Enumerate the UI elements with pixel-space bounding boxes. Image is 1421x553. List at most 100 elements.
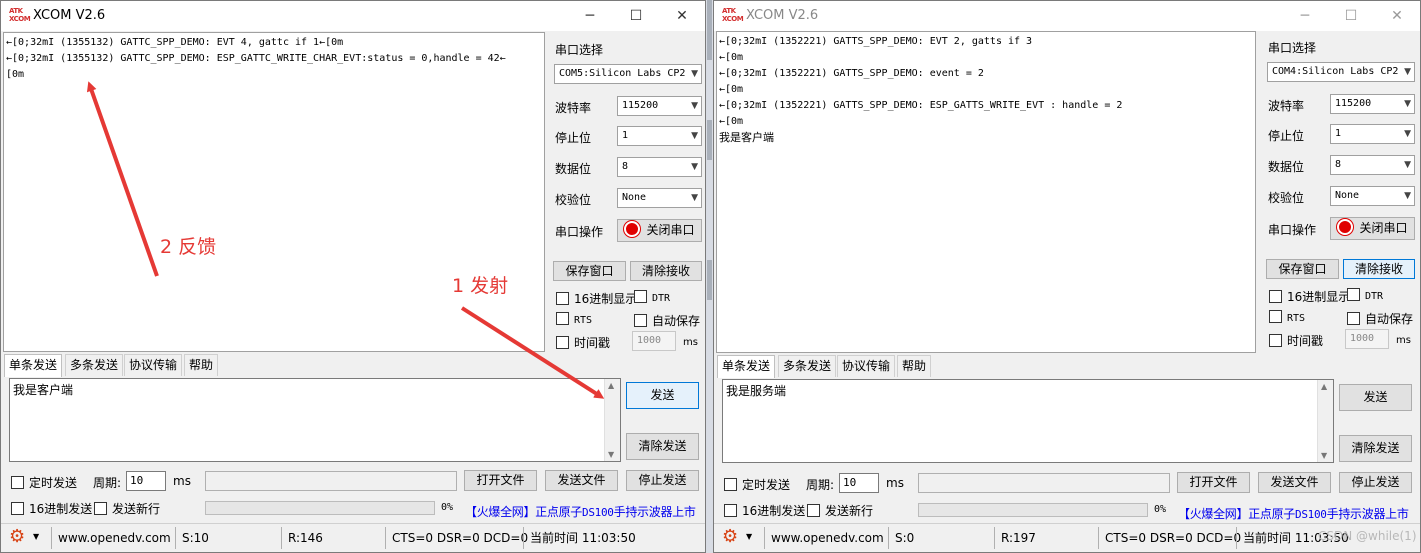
rts-checkbox[interactable]: RTS — [556, 312, 592, 326]
record-icon — [624, 221, 641, 237]
receive-terminal[interactable]: ←[0;32mI (1352221) GATTS_SPP_DEMO: EVT 2… — [716, 31, 1256, 353]
tab-help[interactable]: 帮助 — [184, 354, 219, 376]
port-select[interactable]: COM5:Silicon Labs CP2 ▼ — [554, 64, 702, 84]
send-textarea[interactable]: 我是客户端 ▲ ▼ — [9, 378, 621, 462]
stop-bits-select[interactable]: 1 ▼ — [617, 126, 702, 146]
close-button[interactable]: ✕ — [1374, 1, 1420, 31]
status-url[interactable]: www.openedv.com — [764, 527, 884, 549]
background-strip — [706, 0, 713, 553]
data-bits-select[interactable]: 8 ▼ — [617, 157, 702, 177]
scroll-up-icon: ▲ — [1321, 382, 1328, 391]
feedback-annotation: 2 反馈 — [160, 236, 217, 258]
status-url[interactable]: www.openedv.com — [51, 527, 171, 549]
hex-send-checkbox[interactable]: 16进制发送 — [11, 500, 92, 517]
port-label: 串口选择 — [1268, 41, 1317, 55]
period-input[interactable]: 10 — [839, 473, 879, 493]
terminal-line: ←[0;32mI (1352221) GATTS_SPP_DEMO: event… — [719, 68, 984, 79]
title-bar: ATK XCOM XCOM V2.6 ─ ☐ ✕ — [714, 1, 1420, 31]
chevron-down-icon: ▼ — [691, 101, 698, 111]
send-textarea[interactable]: 我是服务端 ▲ ▼ — [722, 379, 1334, 463]
parity-label: 校验位 — [1268, 191, 1305, 205]
tab-single-send[interactable]: 单条发送 — [717, 355, 776, 378]
baud-select[interactable]: 115200 ▼ — [617, 96, 702, 116]
maximize-button[interactable]: ☐ — [1328, 1, 1374, 31]
tab-help[interactable]: 帮助 — [897, 355, 932, 377]
period-input[interactable]: 10 — [126, 471, 166, 491]
close-port-button[interactable]: 关闭串口 — [617, 219, 702, 242]
chevron-down-icon: ▼ — [691, 69, 698, 79]
rts-checkbox[interactable]: RTS — [1269, 310, 1305, 324]
gear-icon[interactable]: ⚙ ▼ — [722, 526, 752, 549]
timestamp-checkbox[interactable]: 时间戳 — [1269, 332, 1323, 349]
port-op-label: 串口操作 — [1268, 223, 1317, 237]
terminal-line: ←[0;32mI (1352221) GATTS_SPP_DEMO: ESP_G… — [719, 100, 1123, 111]
status-time: 当前时间 11:03:50 — [523, 527, 673, 549]
period-ms-label: ms — [886, 476, 904, 490]
tab-multi-send[interactable]: 多条发送 — [778, 355, 837, 377]
parity-select[interactable]: None ▼ — [617, 188, 702, 208]
send-newline-checkbox[interactable]: 发送新行 — [807, 502, 873, 519]
port-label: 串口选择 — [555, 43, 604, 57]
tab-protocol[interactable]: 协议传输 — [837, 355, 896, 377]
hex-display-checkbox[interactable]: 16进制显示 — [1269, 288, 1350, 305]
close-button[interactable]: ✕ — [659, 1, 705, 31]
minimize-button[interactable]: ─ — [1282, 1, 1328, 31]
hex-display-checkbox[interactable]: 16进制显示 — [556, 290, 637, 307]
tab-single-send[interactable]: 单条发送 — [4, 354, 63, 377]
close-port-button[interactable]: 关闭串口 — [1330, 217, 1415, 240]
chevron-down-icon: ▼ — [691, 193, 698, 203]
chevron-down-icon: ▼ — [1404, 191, 1411, 201]
terminal-line: ←[0;32mI (1355132) GATTC_SPP_DEMO: EVT 4… — [6, 37, 344, 48]
clear-send-button[interactable]: 清除发送 — [626, 433, 699, 460]
port-select[interactable]: COM4:Silicon Labs CP2 ▼ — [1267, 62, 1415, 82]
send-button[interactable]: 发送 — [626, 382, 699, 409]
send-file-button[interactable]: 发送文件 — [1258, 472, 1331, 493]
stop-send-button[interactable]: 停止发送 — [626, 470, 699, 491]
data-bits-select[interactable]: 8 ▼ — [1330, 155, 1415, 175]
timestamp-interval-input[interactable]: 1000 — [1345, 329, 1389, 349]
ad-link[interactable]: 【火爆全网】正点原子DS100手持示波器上市 — [465, 503, 696, 520]
clear-receive-button[interactable]: 清除接收 — [1343, 259, 1415, 279]
auto-save-checkbox[interactable]: 自动保存 — [634, 312, 700, 329]
dtr-checkbox[interactable]: DTR — [1347, 288, 1383, 302]
chevron-down-icon: ▼ — [691, 131, 698, 141]
clear-receive-button[interactable]: 清除接收 — [630, 261, 702, 281]
open-file-button[interactable]: 打开文件 — [464, 470, 537, 491]
scrollbar[interactable]: ▲ ▼ — [604, 379, 620, 461]
timestamp-checkbox[interactable]: 时间戳 — [556, 334, 610, 351]
timestamp-interval-input[interactable]: 1000 — [632, 331, 676, 351]
scrollbar[interactable]: ▲ ▼ — [1317, 380, 1333, 462]
ms-label: ms — [1396, 335, 1411, 346]
send-newline-checkbox[interactable]: 发送新行 — [94, 500, 160, 517]
parity-select[interactable]: None ▼ — [1330, 186, 1415, 206]
data-bits-label: 数据位 — [555, 162, 592, 176]
tab-multi-send[interactable]: 多条发送 — [65, 354, 124, 376]
hex-send-checkbox[interactable]: 16进制发送 — [724, 502, 805, 519]
ad-link[interactable]: 【火爆全网】正点原子DS100手持示波器上市 — [1178, 505, 1409, 522]
save-window-button[interactable]: 保存窗口 — [1266, 259, 1339, 279]
auto-save-checkbox[interactable]: 自动保存 — [1347, 310, 1413, 327]
timed-send-checkbox[interactable]: 定时发送 — [11, 474, 77, 491]
window-title: XCOM V2.6 — [33, 8, 106, 23]
send-button[interactable]: 发送 — [1339, 384, 1412, 411]
period-label: 周期: — [93, 476, 122, 490]
baud-select[interactable]: 115200 ▼ — [1330, 94, 1415, 114]
gear-icon[interactable]: ⚙ ▼ — [9, 526, 39, 549]
stop-send-button[interactable]: 停止发送 — [1339, 472, 1412, 493]
progress-percent: 0% — [1154, 504, 1167, 515]
send-file-button[interactable]: 发送文件 — [545, 470, 618, 491]
file-path-field[interactable] — [918, 473, 1170, 493]
dtr-checkbox[interactable]: DTR — [634, 290, 670, 304]
terminal-line: ←[0m — [719, 116, 744, 127]
maximize-button[interactable]: ☐ — [613, 1, 659, 31]
file-path-field[interactable] — [205, 471, 457, 491]
save-window-button[interactable]: 保存窗口 — [553, 261, 626, 281]
minimize-button[interactable]: ─ — [567, 1, 613, 31]
receive-terminal[interactable]: ←[0;32mI (1355132) GATTC_SPP_DEMO: EVT 4… — [3, 32, 545, 352]
stop-bits-select[interactable]: 1 ▼ — [1330, 124, 1415, 144]
stop-bits-label: 停止位 — [555, 131, 592, 145]
tab-protocol[interactable]: 协议传输 — [124, 354, 183, 376]
open-file-button[interactable]: 打开文件 — [1177, 472, 1250, 493]
timed-send-checkbox[interactable]: 定时发送 — [724, 476, 790, 493]
clear-send-button[interactable]: 清除发送 — [1339, 435, 1412, 462]
